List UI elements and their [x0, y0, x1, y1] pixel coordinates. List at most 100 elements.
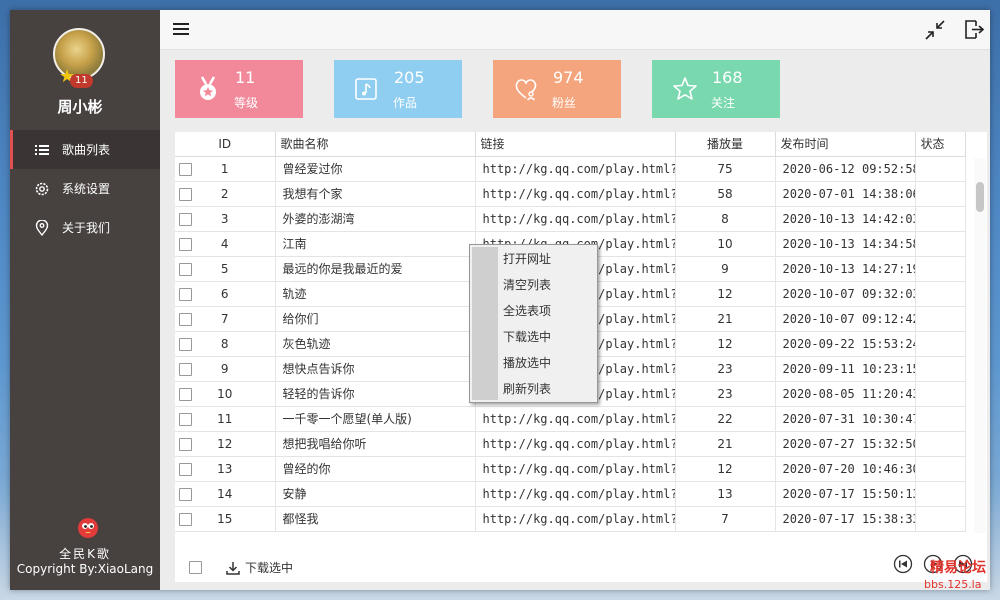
column-header-plays[interactable]: 播放量: [675, 132, 776, 157]
table-row[interactable]: 12 想把我唱给你听http://kg.qq.com/play.html?s...…: [175, 431, 966, 457]
menu-item-clear-list[interactable]: 清空列表: [503, 272, 593, 298]
row-checkbox[interactable]: [179, 162, 192, 176]
row-checkbox[interactable]: [179, 337, 192, 351]
cell-id: 3: [175, 206, 276, 232]
cell-link: http://kg.qq.com/play.html?s...: [475, 431, 676, 457]
row-id-text: 14: [217, 486, 233, 501]
stat-label: 作品: [393, 96, 418, 110]
stat-value: 11: [235, 68, 256, 87]
app-window: ★ 11 周小彬 歌曲列表 系统设置 关于我们 全民K歌 Copyright B…: [10, 10, 990, 590]
cell-song-name: 灰色轨迹: [275, 331, 476, 357]
cell-status: [915, 381, 966, 407]
cell-plays: 13: [675, 481, 776, 507]
list-icon: [34, 142, 50, 158]
cell-plays: 8: [675, 206, 776, 232]
column-header-link[interactable]: 链接: [475, 132, 676, 157]
table-row[interactable]: 2 我想有个家http://kg.qq.com/play.html?s...582…: [175, 181, 966, 207]
sidebar-item-label: 歌曲列表: [62, 143, 111, 157]
cell-plays: 22: [675, 406, 776, 432]
download-selected-button[interactable]: 下载选中: [225, 559, 293, 576]
cell-song-name: 给你们: [275, 306, 476, 332]
stat-label: 粉丝: [552, 96, 577, 110]
cell-id: 15: [175, 506, 276, 532]
row-checkbox[interactable]: [179, 412, 192, 426]
previous-track-icon[interactable]: [893, 554, 913, 574]
row-id-text: 4: [220, 236, 229, 251]
menu-item-select-all[interactable]: 全选表项: [503, 298, 593, 324]
sidebar-item-settings[interactable]: 系统设置: [10, 169, 160, 208]
stat-value: 168: [712, 68, 743, 87]
download-icon: [226, 561, 240, 575]
heart-user-icon: [515, 79, 537, 101]
cell-date: 2020-10-13 14:34:58: [775, 231, 916, 257]
cell-status: [915, 406, 966, 432]
stat-value: 974: [553, 68, 584, 87]
table-row[interactable]: 3 外婆的澎湖湾http://kg.qq.com/play.html?s...82…: [175, 206, 966, 232]
row-checkbox[interactable]: [179, 487, 192, 501]
cell-song-name: 一千零一个愿望(单人版): [275, 406, 476, 432]
cell-date: 2020-10-07 09:32:03: [775, 281, 916, 307]
cell-song-name: 安静: [275, 481, 476, 507]
table-row[interactable]: 11 一千零一个愿望(单人版) http://kg.qq.com/play.html…: [175, 406, 966, 432]
stat-card-level[interactable]: 11 等级: [175, 60, 303, 118]
row-checkbox[interactable]: [179, 462, 192, 476]
row-checkbox[interactable]: [179, 262, 192, 276]
cell-song-name: 想快点告诉你: [275, 356, 476, 382]
minimize-arrows-icon[interactable]: [924, 19, 946, 41]
row-checkbox[interactable]: [179, 362, 192, 376]
vertical-scrollbar[interactable]: [974, 158, 986, 533]
cell-status: [915, 281, 966, 307]
cell-date: 2020-07-20 10:46:30: [775, 456, 916, 482]
hamburger-menu-icon[interactable]: [172, 20, 190, 38]
cell-plays: 10: [675, 231, 776, 257]
row-checkbox[interactable]: [179, 387, 192, 401]
menu-item-play-selected[interactable]: 播放选中: [503, 350, 593, 376]
select-all-checkbox[interactable]: [189, 561, 202, 574]
stat-card-works[interactable]: 205 作品: [334, 60, 462, 118]
stat-label: 关注: [711, 96, 736, 110]
sidebar-nav: 歌曲列表 系统设置 关于我们: [10, 130, 160, 247]
cell-status: [915, 256, 966, 282]
logout-icon[interactable]: [963, 18, 985, 40]
row-checkbox[interactable]: [179, 312, 192, 326]
row-checkbox[interactable]: [179, 512, 192, 526]
sidebar-item-song-list[interactable]: 歌曲列表: [10, 130, 160, 169]
cell-status: [915, 431, 966, 457]
row-checkbox[interactable]: [179, 212, 192, 226]
menu-item-refresh-list[interactable]: 刷新列表: [503, 376, 593, 402]
cell-id: 4: [175, 231, 276, 257]
menu-item-open-url[interactable]: 打开网址: [503, 246, 593, 272]
row-checkbox[interactable]: [179, 237, 192, 251]
column-header-id[interactable]: ID: [175, 132, 276, 157]
table-row[interactable]: 14 安静http://kg.qq.com/play.html?s...13202…: [175, 481, 966, 507]
column-header-date[interactable]: 发布时间: [775, 132, 916, 157]
row-checkbox[interactable]: [179, 437, 192, 451]
cell-song-name: 轨迹: [275, 281, 476, 307]
table-row[interactable]: 1 曾经爱过你http://kg.qq.com/play.html?s...752…: [175, 156, 966, 182]
row-checkbox[interactable]: [179, 287, 192, 301]
row-checkbox[interactable]: [179, 187, 192, 201]
cell-date: 2020-10-07 09:12:42: [775, 306, 916, 332]
sidebar-item-about[interactable]: 关于我们: [10, 208, 160, 247]
cell-link: http://kg.qq.com/play.html?s...: [475, 456, 676, 482]
scrollbar-thumb[interactable]: [976, 182, 984, 212]
row-id-text: 3: [220, 211, 229, 226]
row-id-text: 5: [220, 261, 229, 276]
column-header-status[interactable]: 状态: [915, 132, 966, 157]
cell-status: [915, 231, 966, 257]
cell-link: http://kg.qq.com/play.html?s...: [475, 156, 676, 182]
stat-card-following[interactable]: 168 关注: [652, 60, 780, 118]
cell-id: 11: [175, 406, 276, 432]
column-header-name[interactable]: 歌曲名称: [275, 132, 476, 157]
table-row[interactable]: 13 曾经的你http://kg.qq.com/play.html?s...122…: [175, 456, 966, 482]
cell-id: 6: [175, 281, 276, 307]
stat-card-fans[interactable]: 974 粉丝: [493, 60, 621, 118]
top-bar: [160, 10, 990, 50]
download-label: 下载选中: [245, 561, 294, 575]
cell-id: 9: [175, 356, 276, 382]
table-row[interactable]: 15 都怪我http://kg.qq.com/play.html?s...7202…: [175, 506, 966, 532]
brand-name: 全民K歌: [59, 547, 111, 561]
menu-item-download-selected[interactable]: 下载选中: [503, 324, 593, 350]
cell-date: 2020-07-31 10:30:47: [775, 406, 916, 432]
stat-value: 205: [394, 68, 425, 87]
